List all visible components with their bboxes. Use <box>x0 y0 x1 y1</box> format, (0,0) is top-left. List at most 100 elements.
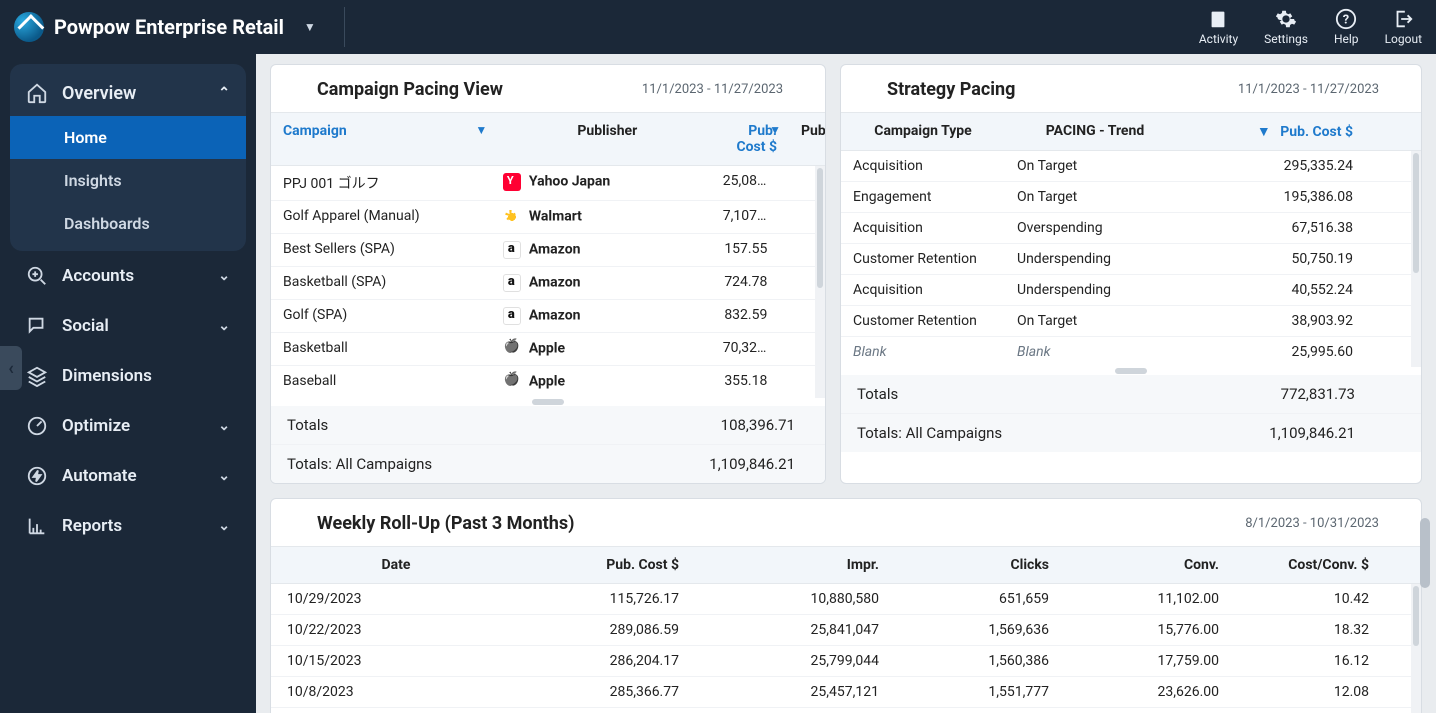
cell-publisher: Amazon <box>491 300 711 332</box>
table-body[interactable]: 10/29/2023115,726.1710,880,580651,65911,… <box>271 584 1411 713</box>
table-row[interactable]: Customer RetentionUnderspending50,750.19 <box>841 244 1411 275</box>
cell-type: Blank <box>841 337 1005 367</box>
header-actions: Activity Settings ? Help Logout <box>1199 8 1422 46</box>
table-body[interactable]: PPJ 001 ゴルフYahoo Japan25,080.83Golf Appa… <box>271 166 815 398</box>
col-impr[interactable]: Impr. <box>691 547 891 583</box>
cell-trend: Overspending <box>1005 213 1185 243</box>
nav-dashboards[interactable]: Dashboards <box>10 202 246 245</box>
table-row[interactable]: EngagementOn Target195,386.08 <box>841 182 1411 213</box>
horizontal-scrollbar[interactable] <box>271 398 825 406</box>
chevron-down-icon: ⌄ <box>218 468 230 484</box>
chevron-left-icon: ‹ <box>8 358 14 379</box>
table-row[interactable]: BaseballApple355.18 <box>271 366 815 398</box>
col-date[interactable]: Date <box>271 547 521 583</box>
page-scrollbar[interactable] <box>1418 118 1432 699</box>
activity-button[interactable]: Activity <box>1199 8 1238 46</box>
col-pub-cost[interactable]: ▼ Pub. Cost $ <box>1185 113 1365 150</box>
chevron-down-icon: ⌄ <box>218 268 230 284</box>
bar-chart-icon <box>26 515 48 537</box>
cell-publisher: Walmart <box>491 201 711 233</box>
cell-cost: 295,335.24 <box>1185 151 1365 181</box>
nav-optimize[interactable]: Optimize ⌄ <box>0 401 256 451</box>
table-row[interactable]: Basketball (SPA)Amazon724.78 <box>271 267 815 300</box>
cell-date: 10/15/2023 <box>271 646 521 676</box>
table-row[interactable]: AcquisitionOn Target295,335.24 <box>841 151 1411 182</box>
table-row[interactable]: BlankBlank25,995.60 <box>841 337 1411 367</box>
col-pub-extra[interactable]: Pub. <box>789 113 825 165</box>
cell-publisher: Amazon <box>491 234 711 266</box>
col-cost-conv[interactable]: Cost/Conv. $ <box>1231 547 1381 583</box>
table-row[interactable]: 10/8/2023285,366.7725,457,1211,551,77723… <box>271 677 1411 708</box>
table-row[interactable]: 10/29/2023115,726.1710,880,580651,65911,… <box>271 584 1411 615</box>
org-selector[interactable]: Powpow Enterprise Retail ▼ <box>14 12 316 42</box>
help-button[interactable]: ? Help <box>1334 8 1359 46</box>
table-row[interactable]: AcquisitionUnderspending40,552.24 <box>841 275 1411 306</box>
cell-cost: 724.78 <box>711 267 780 299</box>
nav-home[interactable]: Home <box>10 116 246 159</box>
cell-campaign: Basketball (SPA) <box>271 267 491 299</box>
table-row[interactable]: 10/15/2023286,204.1725,799,0441,560,3861… <box>271 646 1411 677</box>
table-row[interactable]: 10/22/2023289,086.5925,841,0471,569,6361… <box>271 615 1411 646</box>
col-campaign-type[interactable]: Campaign Type <box>841 113 1005 150</box>
table-row[interactable]: Best Sellers (SPA)Amazon157.55 <box>271 234 815 267</box>
sidebar-collapse-button[interactable]: ‹ <box>0 346 22 390</box>
header-divider <box>344 7 345 47</box>
svg-text:?: ? <box>1343 13 1349 28</box>
settings-button[interactable]: Settings <box>1264 8 1308 46</box>
cell-conv: 15,776.00 <box>1061 615 1231 645</box>
cell-trend: On Target <box>1005 306 1185 336</box>
gauge-icon <box>26 415 48 437</box>
walmart-icon <box>503 208 521 226</box>
col-cost[interactable]: Pub. Cost $ <box>521 547 691 583</box>
panel-date-range: 8/1/2023 - 10/31/2023 <box>1245 516 1379 531</box>
col-pub-cost[interactable]: Pub. Cost $ ▼ <box>719 113 789 165</box>
cell-cost: 70,323.78 <box>711 333 780 365</box>
caret-down-icon: ▼ <box>304 20 316 34</box>
logout-button[interactable]: Logout <box>1385 8 1422 46</box>
nav-overview[interactable]: Overview ⌃ <box>10 70 246 116</box>
table-row[interactable]: Customer RetentionOn Target38,903.92 <box>841 306 1411 337</box>
cell-extra <box>779 366 815 398</box>
cell-cost: 285,366.77 <box>521 677 691 707</box>
logout-icon <box>1392 8 1414 30</box>
horizontal-scrollbar[interactable] <box>841 367 1421 375</box>
table-row[interactable]: BasketballApple70,323.78 <box>271 333 815 366</box>
nav-automate[interactable]: Automate ⌄ <box>0 451 256 501</box>
cell-campaign: Basketball <box>271 333 491 365</box>
cell-impr: 25,668,632 <box>691 708 891 713</box>
table-header: Campaign Type PACING - Trend ▼ Pub. Cost… <box>841 113 1421 151</box>
col-clicks[interactable]: Clicks <box>891 547 1061 583</box>
cell-date: 10/1/2023 <box>271 708 521 713</box>
nav-accounts[interactable]: Accounts ⌄ <box>0 251 256 301</box>
cell-clicks: 1,569,636 <box>891 615 1061 645</box>
cell-clicks: 651,659 <box>891 584 1061 614</box>
cell-campaign: Golf Apparel (Manual) <box>271 201 491 233</box>
panel-title: Campaign Pacing View <box>317 79 503 100</box>
nav-insights[interactable]: Insights <box>10 159 246 202</box>
totals-value: 108,396.71 <box>651 406 811 444</box>
col-pacing-trend[interactable]: PACING - Trend <box>1005 113 1185 150</box>
vertical-scrollbar[interactable] <box>815 166 825 398</box>
cell-clicks: 1,560,386 <box>891 646 1061 676</box>
table-header: Date Pub. Cost $ Impr. Clicks Conv. Cost… <box>271 547 1421 584</box>
panel-campaign-pacing: Campaign Pacing View 11/1/2023 - 11/27/2… <box>270 64 826 484</box>
col-conv[interactable]: Conv. <box>1061 547 1231 583</box>
table-row[interactable]: Golf Apparel (Manual)Walmart7,107.00 <box>271 201 815 234</box>
gear-icon <box>1275 8 1297 30</box>
table-row[interactable]: Golf (SPA)Amazon832.59 <box>271 300 815 333</box>
col-campaign[interactable]: Campaign ▼ <box>271 113 495 165</box>
nav-reports[interactable]: Reports ⌄ <box>0 501 256 551</box>
table-body[interactable]: AcquisitionOn Target295,335.24Engagement… <box>841 151 1411 367</box>
app-logo-icon <box>14 12 44 42</box>
col-publisher[interactable]: Publisher <box>495 113 719 165</box>
table-row[interactable]: AcquisitionOverspending67,516.38 <box>841 213 1411 244</box>
cell-campaign: PPJ 001 ゴルフ <box>271 166 491 200</box>
cell-conv: 17,759.00 <box>1061 646 1231 676</box>
nav-dimensions[interactable]: Dimensions <box>0 351 256 401</box>
search-plus-icon <box>26 265 48 287</box>
table-row[interactable]: 10/1/2023281,393.2925,668,6321,556,85324… <box>271 708 1411 713</box>
layers-icon <box>26 365 48 387</box>
nav-social[interactable]: Social ⌄ <box>0 301 256 351</box>
cell-clicks: 1,556,853 <box>891 708 1061 713</box>
table-row[interactable]: PPJ 001 ゴルフYahoo Japan25,080.83 <box>271 166 815 201</box>
